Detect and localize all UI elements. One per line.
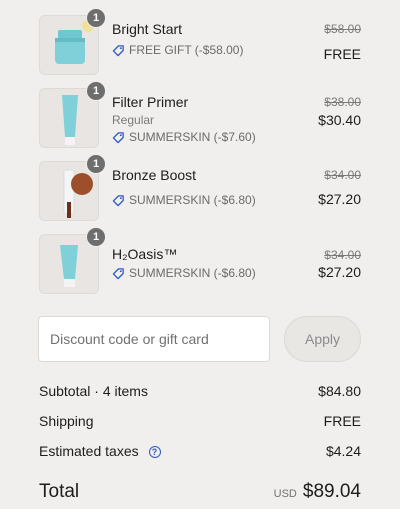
total-amount: $89.04 — [302, 481, 361, 502]
total-label: Total — [39, 481, 80, 502]
final-price: $27.20 — [318, 191, 361, 207]
total-amount-group: USD $89.04 — [274, 481, 361, 503]
product-name: Bright Start — [112, 21, 183, 37]
discount-label: SUMMERSKIN (-$7.60) — [112, 130, 256, 144]
discount-label: SUMMERSKIN (-$6.80) — [112, 266, 256, 280]
discount-text: SUMMERSKIN (-$7.60) — [129, 130, 256, 144]
quantity-badge: 1 — [86, 227, 106, 247]
original-price: $38.00 — [324, 95, 361, 109]
discount-label: FREE GIFT (-$58.00) — [112, 43, 243, 57]
tag-icon — [112, 44, 124, 56]
quantity-badge: 1 — [86, 154, 106, 174]
subtotal-label: Subtotal · 4 items — [39, 383, 148, 399]
taxes-value: $4.24 — [325, 443, 361, 459]
product-name: H₂Oasis™ — [112, 246, 178, 262]
subtotal-row: Subtotal · 4 items $84.80 — [39, 383, 361, 399]
tag-icon — [112, 194, 124, 206]
quantity-badge: 1 — [86, 81, 106, 101]
discount-text: SUMMERSKIN (-$6.80) — [129, 193, 256, 207]
shipping-value: FREE — [323, 413, 361, 429]
discount-text: FREE GIFT (-$58.00) — [129, 43, 244, 57]
variant-label: Regular — [112, 113, 155, 127]
product-thumbnail: 1 — [39, 8, 106, 75]
discount-text: SUMMERSKIN (-$6.80) — [129, 266, 256, 280]
original-price: $58.00 — [324, 22, 361, 36]
discount-code-input[interactable] — [38, 316, 270, 362]
product-thumbnail: 1 — [39, 81, 106, 148]
currency-code: USD — [273, 488, 297, 500]
tag-icon — [112, 131, 124, 143]
product-thumbnail: 1 — [39, 154, 106, 221]
discount-label: SUMMERSKIN (-$6.80) — [112, 193, 256, 207]
taxes-label: Estimated taxes — [39, 443, 139, 459]
product-name: Bronze Boost — [112, 167, 197, 183]
taxes-row: Estimated taxes ? $4.24 — [39, 443, 361, 459]
product-name: Filter Primer — [112, 94, 189, 110]
apply-button[interactable]: Apply — [284, 316, 361, 362]
tag-icon — [112, 267, 124, 279]
shipping-label: Shipping — [39, 413, 94, 429]
total-row: Total USD $89.04 — [39, 481, 361, 503]
subtotal-value: $84.80 — [318, 383, 361, 399]
final-price: $30.40 — [318, 112, 361, 128]
original-price: $34.00 — [324, 168, 361, 182]
product-thumbnail: 1 — [39, 227, 106, 294]
original-price: $34.00 — [324, 248, 361, 262]
line-item-h2oasis: 1 H₂Oasis™ SUMMERSKIN (-$6.80) $34.00 $2… — [39, 227, 361, 294]
question-circle-icon[interactable]: ? — [148, 446, 161, 459]
quantity-badge: 1 — [86, 8, 106, 28]
line-item-bright-start: 1 Bright Start FREE GIFT (-$58.00) $58.0… — [39, 8, 361, 75]
line-item-filter-primer: 1 Filter Primer Regular SUMMERSKIN (-$7.… — [39, 81, 361, 148]
shipping-row: Shipping FREE — [39, 413, 361, 429]
final-price: $27.20 — [318, 264, 361, 280]
taxes-label-group: Estimated taxes ? — [39, 443, 161, 459]
final-price: FREE — [323, 46, 361, 62]
line-item-bronze-boost: 1 Bronze Boost SUMMERSKIN (-$6.80) $34.0… — [39, 154, 361, 221]
